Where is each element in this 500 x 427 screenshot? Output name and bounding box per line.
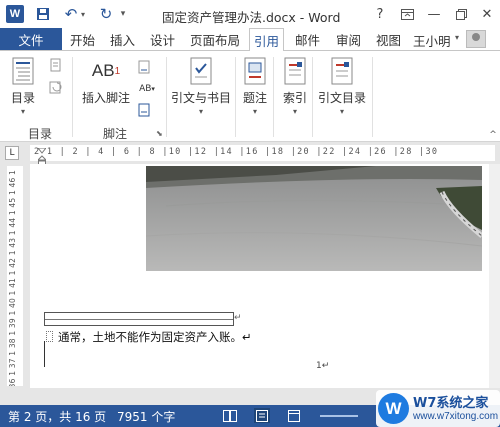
read-mode-icon[interactable] (222, 408, 238, 423)
save-icon[interactable] (34, 5, 52, 23)
word-app-icon[interactable]: W (6, 5, 24, 23)
tab-design[interactable]: 设计 (150, 28, 175, 50)
minimize-button[interactable]: — (421, 3, 447, 25)
citation-icon (186, 55, 216, 87)
tab-page-layout[interactable]: 页面布局 (190, 28, 240, 50)
footnote-icon: AB 1 (91, 61, 121, 80)
page-number: 1↵ (316, 361, 330, 371)
table-of-authorities-button[interactable]: 引文目录 ▾ (318, 55, 366, 116)
tab-view[interactable]: 视图 (376, 28, 401, 50)
insert-footnote-button[interactable]: AB 1 插入脚注 (82, 55, 130, 106)
undo-dropdown-icon[interactable]: ▾ (78, 5, 88, 23)
avatar[interactable] (466, 30, 486, 48)
tab-home[interactable]: 开始 (70, 28, 95, 50)
table-end-mark: ↵ (234, 313, 242, 323)
paragraph-anchor-icon (46, 331, 53, 342)
insert-endnote-icon[interactable] (136, 59, 152, 75)
chevron-down-icon: ▾ (340, 107, 345, 116)
index-button[interactable]: 索引 ▾ (280, 55, 310, 116)
word-count-status[interactable]: 7951 个字 (117, 408, 175, 425)
chevron-down-icon: ▾ (292, 107, 297, 116)
watermark-url: www.w7xitong.com (413, 411, 499, 422)
zoom-slider[interactable] (320, 415, 358, 417)
citations-bibliography-button[interactable]: 引文与书目 ▾ (171, 55, 231, 116)
vertical-scrollbar[interactable] (489, 164, 500, 388)
group-divider (273, 57, 274, 137)
group-divider (312, 57, 313, 137)
next-footnote-icon[interactable]: AB ▾ (136, 81, 158, 97)
ribbon-references: 目录 ▾ 目录 AB 1 插入脚注 AB ▾ 脚注 ⬊ 引文与书目 ▾ 题注 ▾… (0, 50, 500, 142)
user-name[interactable]: 王小明 (413, 31, 451, 50)
title-bar: W ↶ ▾ ↻ ▾ 固定资产管理办法.docx - Word ? — ✕ (0, 0, 500, 28)
close-button[interactable]: ✕ (474, 3, 500, 25)
ribbon-tab-bar: 文件 开始 插入 设计 页面布局 引用 邮件 审阅 视图 王小明 ▾ (0, 28, 500, 51)
horizontal-ruler[interactable]: 2 1 | 2 | 4 | 6 | 8 |10 |12 |14 |16 |18 … (30, 145, 495, 161)
tab-file[interactable]: 文件 (0, 28, 62, 50)
add-text-icon[interactable] (48, 57, 64, 73)
group-divider (235, 57, 236, 137)
table-of-contents-button[interactable]: 目录 ▾ (8, 55, 38, 116)
vertical-ruler[interactable]: 1 36 1 37 1 38 1 39 1 40 1 41 1 42 1 43 … (7, 166, 23, 386)
tab-insert[interactable]: 插入 (110, 28, 135, 50)
dialog-launcher-icon[interactable]: ⬊ (156, 129, 163, 138)
chevron-down-icon: ▾ (199, 107, 204, 116)
user-dropdown-icon[interactable]: ▾ (455, 33, 459, 42)
text-cursor (44, 341, 45, 367)
vertical-ruler-ticks: 1 36 1 37 1 38 1 39 1 40 1 41 1 42 1 43 … (8, 170, 17, 386)
help-button[interactable]: ? (367, 3, 393, 25)
page-count-status[interactable]: 第 2 页，共 16 页 (8, 408, 106, 425)
table-of-contents-icon (8, 55, 38, 87)
tab-references[interactable]: 引用 (249, 28, 285, 51)
redo-icon[interactable]: ↻ (97, 5, 115, 23)
group-divider (72, 57, 73, 137)
index-icon (280, 55, 310, 87)
watermark: W W7系统之家 www.w7xitong.com (376, 390, 500, 427)
print-layout-icon[interactable] (254, 408, 270, 423)
collapse-ribbon-icon[interactable]: ^ (485, 127, 500, 143)
group-divider (372, 57, 373, 137)
group-divider (166, 57, 167, 137)
body-paragraph[interactable]: 通常，土地不能作为固定资产入账。↵ (58, 329, 252, 345)
tab-selector[interactable]: L (5, 146, 19, 160)
tab-mailings[interactable]: 邮件 (295, 28, 320, 50)
chevron-down-icon: ▾ (252, 107, 257, 116)
show-notes-icon[interactable] (136, 102, 152, 118)
captions-button[interactable]: 题注 ▾ (240, 55, 270, 116)
horizontal-ruler-ticks: 2 1 | 2 | 4 | 6 | 8 |10 |12 |14 |16 |18 … (34, 147, 439, 157)
watermark-logo: W (378, 393, 409, 424)
table-of-contents-label: 目录 (10, 91, 35, 105)
footnote-group-label: 脚注 (103, 127, 128, 141)
update-table-icon[interactable] (48, 79, 64, 95)
table-of-authorities-icon (327, 55, 357, 87)
ribbon-display-options-button[interactable] (394, 3, 420, 25)
table-outline[interactable] (44, 312, 234, 326)
watermark-title: W7系统之家 (413, 396, 489, 411)
customize-qat-icon[interactable]: ▾ (118, 5, 128, 23)
toc-group-label: 目录 (28, 127, 53, 141)
captions-label: 题注 (242, 91, 267, 105)
restore-button[interactable] (448, 3, 474, 25)
document-photo[interactable] (146, 166, 482, 271)
caption-icon (240, 55, 270, 87)
web-layout-icon[interactable] (286, 408, 302, 423)
tab-review[interactable]: 审阅 (336, 28, 361, 50)
table-of-authorities-label: 引文目录 (318, 91, 367, 105)
citations-bibliography-label: 引文与书目 (171, 91, 232, 105)
window-title: 固定资产管理办法.docx - Word (162, 10, 341, 25)
index-label: 索引 (282, 91, 307, 105)
insert-footnote-label: 插入脚注 (82, 91, 131, 105)
chevron-down-icon: ▾ (20, 107, 25, 116)
